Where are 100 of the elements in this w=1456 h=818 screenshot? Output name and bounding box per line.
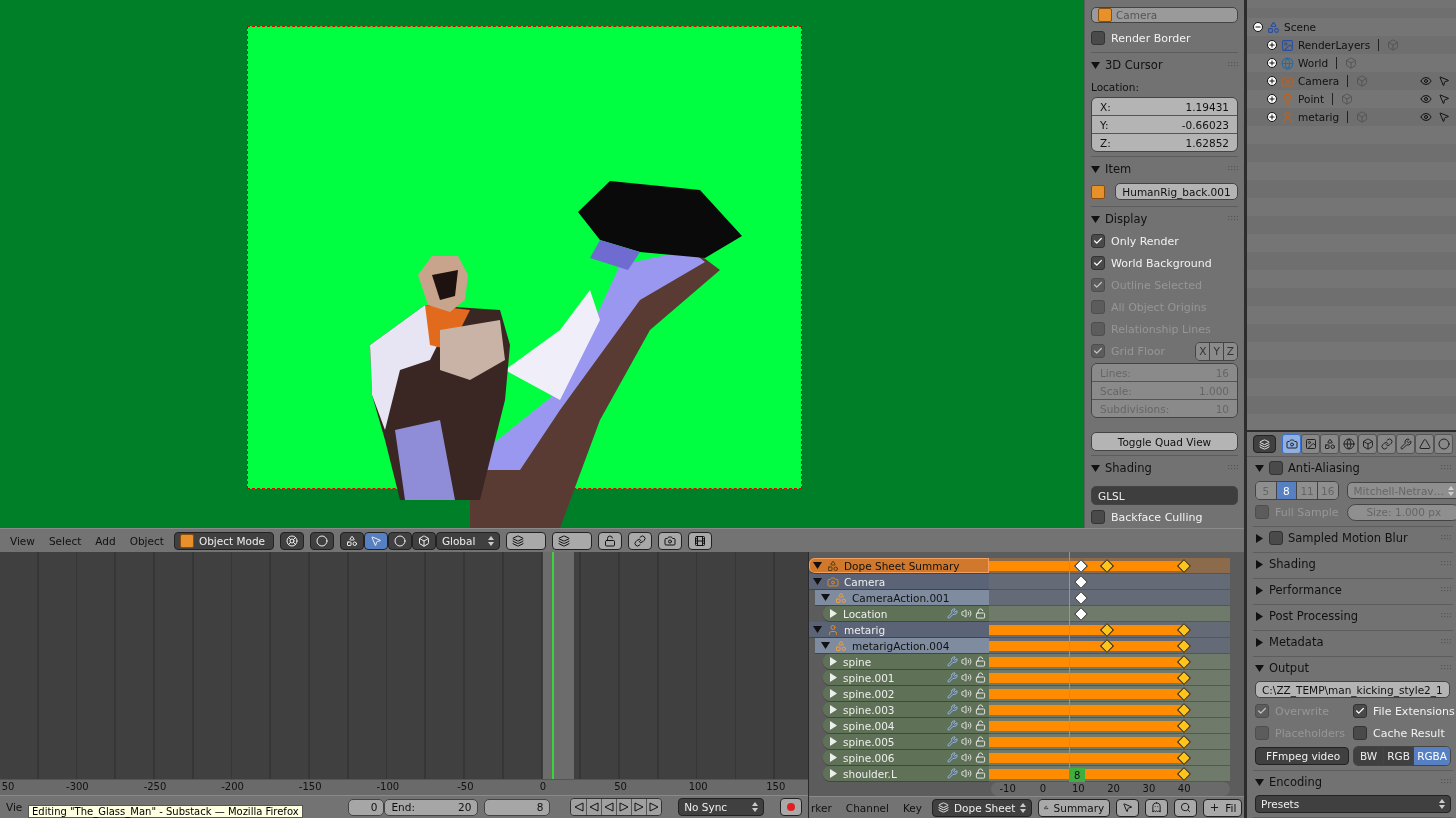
image-tab[interactable]: [1301, 434, 1320, 454]
wrench-icon[interactable]: [947, 768, 958, 779]
drag-handle-icon[interactable]: [1441, 779, 1451, 785]
drag-handle-icon[interactable]: [1228, 465, 1238, 471]
wrench-icon[interactable]: [947, 720, 958, 731]
current-frame-line[interactable]: [1069, 552, 1071, 768]
wrench-icon[interactable]: [947, 688, 958, 699]
sample-option[interactable]: 8: [1276, 482, 1298, 499]
collapse-arrow-icon[interactable]: [1091, 214, 1100, 224]
channel-row[interactable]: metarigAction.004: [815, 638, 989, 654]
expand-arrow-icon[interactable]: [829, 657, 838, 666]
lock-icon[interactable]: [975, 720, 986, 731]
lock-icon[interactable]: [975, 736, 986, 747]
lock-icon[interactable]: [975, 672, 986, 683]
expand-arrow-icon[interactable]: [829, 737, 838, 746]
toggle-quad-view-button[interactable]: Toggle Quad View: [1091, 432, 1238, 451]
pointer-icon[interactable]: [1438, 93, 1450, 105]
expand-arrow-icon[interactable]: [829, 753, 838, 762]
checkbox[interactable]: [1091, 234, 1105, 248]
menu-item[interactable]: Vie: [6, 801, 23, 813]
checkbox[interactable]: [1091, 256, 1105, 270]
eye-icon[interactable]: [1420, 93, 1432, 105]
speaker-icon[interactable]: [961, 672, 972, 683]
eye-icon[interactable]: [1420, 75, 1432, 87]
checkbox[interactable]: [1091, 510, 1105, 524]
menu-item[interactable]: Channel: [841, 801, 893, 814]
sphere-tab[interactable]: [1434, 434, 1453, 454]
jump-end-icon[interactable]: [647, 799, 662, 815]
checkbox[interactable]: [1353, 704, 1367, 718]
collapse-arrow-icon[interactable]: [813, 577, 822, 586]
channel-row[interactable]: spine.002: [823, 686, 989, 702]
channel-row[interactable]: spine.006: [823, 750, 989, 766]
filters-button[interactable]: Fil: [1203, 798, 1243, 817]
checkbox[interactable]: [1353, 726, 1367, 740]
wrench-icon[interactable]: [947, 704, 958, 715]
arc-button[interactable]: [387, 531, 412, 550]
expand-arrow-icon[interactable]: [1255, 611, 1264, 621]
collapse-arrow-icon[interactable]: [1091, 60, 1100, 70]
speaker-icon[interactable]: [961, 688, 972, 699]
collapse-arrow-icon[interactable]: [1255, 463, 1264, 473]
speaker-icon[interactable]: [961, 752, 972, 763]
outliner-item[interactable]: RenderLayers: [1298, 39, 1371, 51]
pointer-button[interactable]: [1116, 798, 1140, 817]
menu-item[interactable]: View: [6, 534, 39, 547]
speaker-icon[interactable]: [961, 704, 972, 715]
expand-arrow-icon[interactable]: [829, 609, 838, 618]
output-path-field[interactable]: C:\ZZ_TEMP\man_kicking_style2_1: [1255, 681, 1450, 698]
editor-type-button[interactable]: [1253, 435, 1276, 453]
film-button[interactable]: [687, 531, 712, 550]
orientation-dropdown[interactable]: Global: [435, 531, 500, 550]
outliner-item[interactable]: metarig: [1298, 111, 1340, 123]
menu-item[interactable]: Key: [898, 801, 926, 814]
expand-arrow-icon[interactable]: [829, 689, 838, 698]
menu-item[interactable]: Select: [44, 534, 86, 547]
lock-icon[interactable]: [975, 768, 986, 779]
drag-handle-icon[interactable]: [1441, 535, 1451, 541]
drag-handle-icon[interactable]: [1441, 613, 1451, 619]
speaker-icon[interactable]: [961, 720, 972, 731]
outliner-item[interactable]: World: [1298, 57, 1329, 69]
checkbox[interactable]: [1269, 531, 1283, 545]
triangle-tab[interactable]: [1415, 434, 1434, 454]
drag-handle-icon[interactable]: [1441, 561, 1451, 567]
lock-icon[interactable]: [975, 688, 986, 699]
expand-icon[interactable]: [1267, 40, 1277, 50]
current-frame-field[interactable]: 8: [484, 798, 551, 816]
layers-button[interactable]: [551, 531, 592, 550]
wrench-icon[interactable]: [947, 672, 958, 683]
menu-item[interactable]: Object: [125, 534, 168, 547]
wrench-icon[interactable]: [947, 752, 958, 763]
drag-handle-icon[interactable]: [1228, 166, 1238, 172]
speaker-icon[interactable]: [961, 736, 972, 747]
speaker-icon[interactable]: [961, 608, 972, 619]
expand-icon[interactable]: [1267, 112, 1277, 122]
number-field[interactable]: Y: -0.66023: [1092, 116, 1237, 134]
name-field[interactable]: HumanRig_back.001: [1115, 183, 1238, 200]
expand-arrow-icon[interactable]: [829, 705, 838, 714]
camera-tab[interactable]: [1282, 434, 1301, 454]
end-frame-field[interactable]: End: 20: [384, 798, 479, 816]
expand-arrow-icon[interactable]: [829, 721, 838, 730]
keyframe[interactable]: [1074, 606, 1089, 622]
outliner-item[interactable]: Scene: [1284, 21, 1316, 33]
layers-button[interactable]: [505, 531, 546, 550]
expand-arrow-icon[interactable]: [1255, 637, 1264, 647]
search-button[interactable]: [1174, 798, 1198, 817]
box-button[interactable]: [411, 531, 436, 550]
camera-button[interactable]: [657, 531, 682, 550]
axes-button[interactable]: [339, 531, 364, 550]
wrench-tab[interactable]: [1396, 434, 1415, 454]
start-frame-field[interactable]: 0: [348, 798, 385, 816]
channel-row[interactable]: spine.003: [823, 702, 989, 718]
collapse-arrow-icon[interactable]: [813, 625, 822, 634]
collapse-arrow-icon[interactable]: [813, 561, 822, 570]
channel-row[interactable]: spine.004: [823, 718, 989, 734]
expand-arrow-icon[interactable]: [1255, 585, 1264, 595]
checkbox[interactable]: [1269, 461, 1283, 475]
eye-icon[interactable]: [1420, 111, 1432, 123]
record-button[interactable]: [780, 798, 802, 816]
lock-icon[interactable]: [975, 704, 986, 715]
presets-dropdown[interactable]: Presets: [1255, 795, 1451, 813]
color-mode-option[interactable]: RGB: [1384, 747, 1415, 765]
